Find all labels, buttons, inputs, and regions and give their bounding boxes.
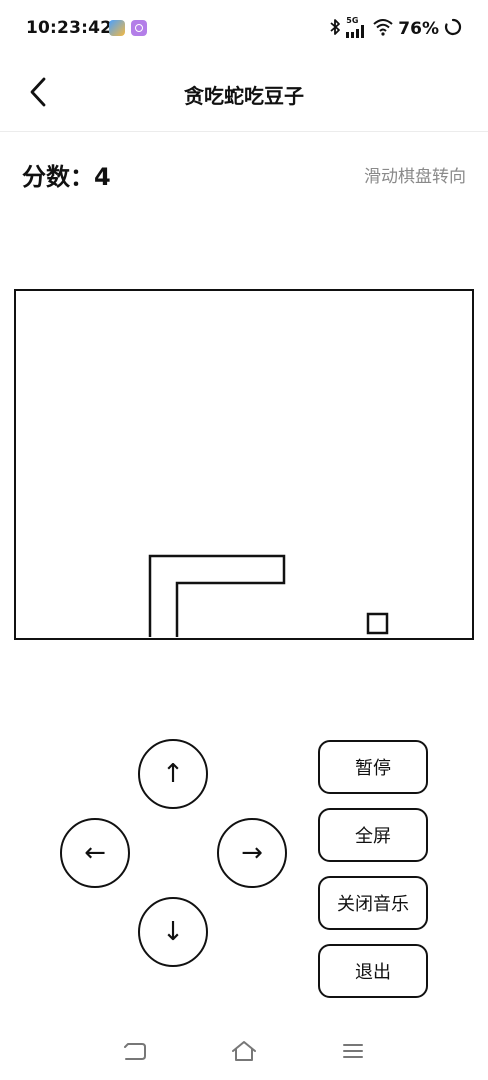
board-canvas: [148, 554, 389, 637]
page-title: 贪吃蛇吃豆子: [184, 84, 304, 108]
nav-menu-button[interactable]: [338, 1038, 368, 1068]
left-button[interactable]: ←: [60, 818, 130, 888]
game-board[interactable]: [14, 289, 474, 640]
down-button[interactable]: ↓: [138, 897, 208, 967]
page: 10:23:42 5G 76% 贪吃蛇吃豆子 分数：4 滑动棋盘转向 ↑ ← →…: [0, 0, 488, 1080]
nav-back-button[interactable]: [120, 1038, 150, 1068]
arrow-left-icon: ←: [84, 838, 106, 868]
nav-home-button[interactable]: [229, 1038, 259, 1068]
right-button[interactable]: →: [217, 818, 287, 888]
nav-back-icon: [122, 1039, 148, 1067]
snake: [148, 554, 286, 637]
exit-button[interactable]: 退出: [318, 944, 428, 998]
food-bean: [366, 612, 389, 635]
app-header: 贪吃蛇吃豆子: [0, 58, 488, 132]
pause-button[interactable]: 暂停: [318, 740, 428, 794]
score-label: 分数：: [22, 163, 94, 191]
status-bar: 10:23:42 5G 76%: [0, 0, 488, 58]
music-off-button[interactable]: 关闭音乐: [318, 876, 428, 930]
arrow-down-icon: ↓: [162, 917, 184, 947]
status-indicators: 5G 76%: [329, 16, 462, 40]
swipe-hint: 滑动棋盘转向: [364, 167, 466, 187]
score-value: 4: [94, 163, 111, 191]
nav-home-icon: [230, 1039, 258, 1067]
status-time: 10:23:42: [26, 18, 113, 38]
fullscreen-button[interactable]: 全屏: [318, 808, 428, 862]
loading-icon: [444, 18, 462, 40]
arrow-right-icon: →: [241, 838, 263, 868]
signal-icon: 5G: [346, 16, 368, 39]
notification-app-icon-purple: [131, 20, 147, 36]
arrow-up-icon: ↑: [162, 759, 184, 789]
nav-menu-icon: [341, 1041, 365, 1065]
bluetooth-icon: [329, 18, 341, 40]
score-display: 分数：4: [22, 157, 111, 192]
system-navbar: [0, 1028, 488, 1080]
up-button[interactable]: ↑: [138, 739, 208, 809]
wifi-icon: [373, 18, 393, 40]
notification-app-icon: [109, 20, 125, 36]
battery-percentage: 76%: [398, 19, 439, 39]
